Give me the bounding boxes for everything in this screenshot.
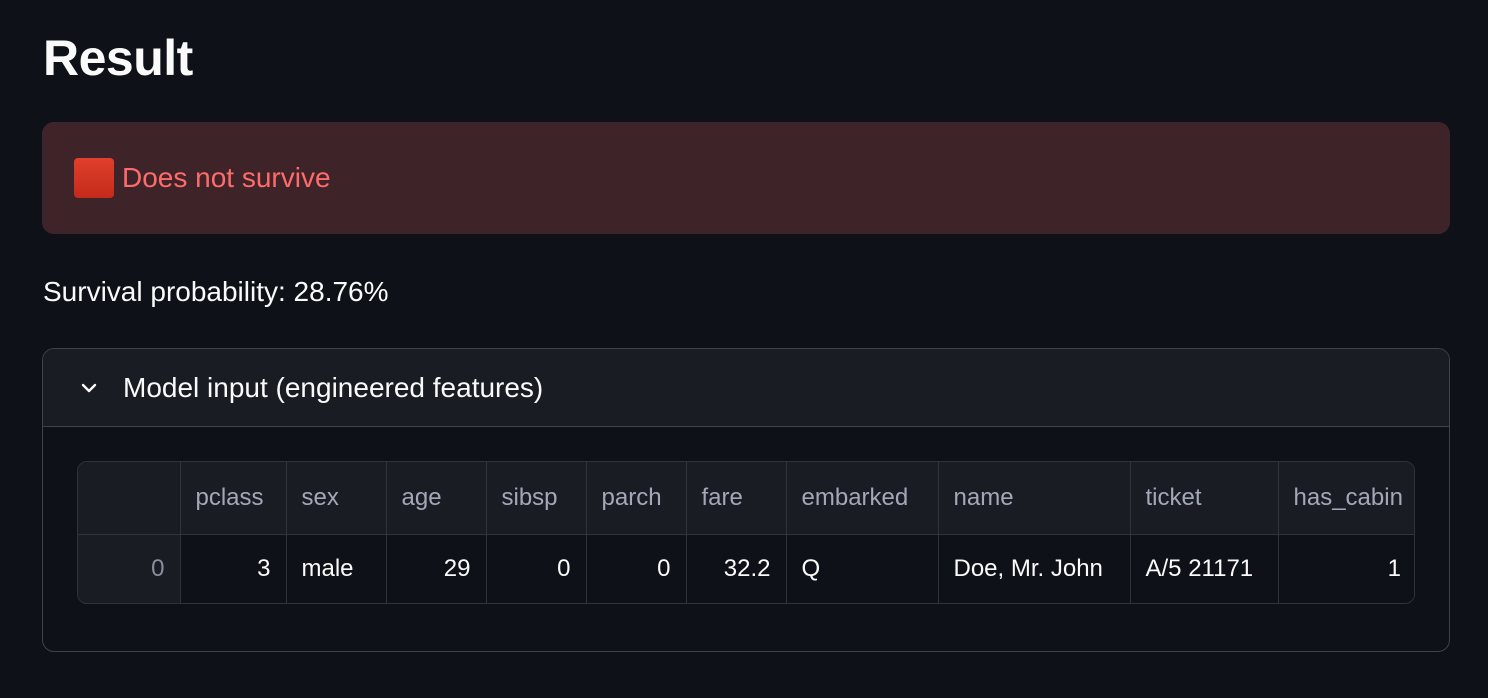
- table-header-row: pclass sex age sibsp parch fare embarked…: [78, 462, 1414, 535]
- column-header-sex[interactable]: sex: [286, 462, 387, 535]
- column-header-parch[interactable]: parch: [586, 462, 687, 535]
- sibsp-cell[interactable]: 0: [486, 534, 587, 603]
- sex-cell[interactable]: male: [286, 534, 387, 603]
- red-square-icon: [74, 158, 114, 198]
- column-header-ticket[interactable]: ticket: [1130, 462, 1279, 535]
- embarked-cell[interactable]: Q: [786, 534, 939, 603]
- column-header-has-cabin[interactable]: has_cabin: [1278, 462, 1414, 535]
- column-header-pclass[interactable]: pclass: [180, 462, 287, 535]
- row-index-cell[interactable]: 0: [78, 534, 181, 603]
- expander-header[interactable]: Model input (engineered features): [43, 349, 1449, 427]
- column-header-age[interactable]: age: [386, 462, 487, 535]
- chevron-down-icon[interactable]: [77, 376, 101, 400]
- prediction-error-alert: Does not survive: [42, 122, 1450, 234]
- ticket-cell[interactable]: A/5 21171: [1130, 534, 1279, 603]
- prediction-text: Does not survive: [122, 162, 331, 193]
- column-header-name[interactable]: name: [938, 462, 1131, 535]
- column-header-sibsp[interactable]: sibsp: [486, 462, 587, 535]
- features-dataframe[interactable]: pclass sex age sibsp parch fare embarked…: [77, 461, 1415, 604]
- age-cell[interactable]: 29: [386, 534, 487, 603]
- result-page: Result Does not survive Survival probabi…: [0, 0, 1488, 698]
- pclass-cell[interactable]: 3: [180, 534, 287, 603]
- page-title: Result: [43, 30, 193, 86]
- survival-probability: Survival probability: 28.76%: [43, 276, 389, 307]
- model-input-expander: Model input (engineered features) pclass…: [42, 348, 1450, 652]
- column-header-index[interactable]: [78, 462, 181, 535]
- name-cell[interactable]: Doe, Mr. John: [938, 534, 1131, 603]
- features-table: pclass sex age sibsp parch fare embarked…: [78, 462, 1414, 603]
- table-row: 0 3 male 29 0 0 32.2 Q Doe, Mr. John A/5…: [78, 534, 1414, 603]
- expander-label: Model input (engineered features): [123, 371, 544, 403]
- fare-cell[interactable]: 32.2: [686, 534, 787, 603]
- parch-cell[interactable]: 0: [586, 534, 687, 603]
- has-cabin-cell[interactable]: 1: [1278, 534, 1414, 603]
- column-header-fare[interactable]: fare: [686, 462, 787, 535]
- column-header-embarked[interactable]: embarked: [786, 462, 939, 535]
